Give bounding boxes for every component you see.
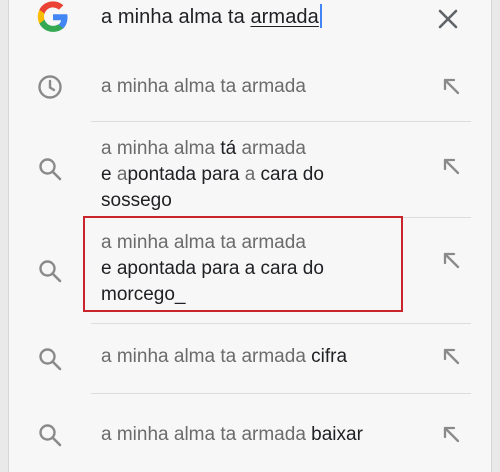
suggestion-row[interactable]: a minha alma tá armada e apontada para a… <box>9 122 493 218</box>
suggestion-text: a minha alma ta armada baixar <box>101 424 363 445</box>
close-icon[interactable] <box>433 4 463 34</box>
search-bar: a minha alma ta armada <box>9 0 493 38</box>
suggestion-row[interactable]: a minha alma ta armada baixar <box>9 394 493 472</box>
suggestion-row[interactable]: a minha alma ta armada <box>9 54 493 122</box>
fill-arrow-icon[interactable] <box>441 424 463 446</box>
suggestion-text: a minha alma ta armada cifra <box>101 346 348 367</box>
search-icon <box>39 260 62 283</box>
search-icon <box>39 424 62 447</box>
fill-arrow-icon[interactable] <box>441 346 463 368</box>
suggestion-text: a minha alma ta armada <box>101 76 306 97</box>
highlight-annotation-box <box>83 216 403 312</box>
search-input[interactable]: a minha alma ta armada <box>101 4 322 29</box>
query-typed: armada <box>250 6 319 28</box>
google-logo-icon <box>37 1 68 32</box>
text-caret <box>319 4 322 28</box>
suggestion-text: a minha alma tá armada e apontada para a… <box>101 138 324 211</box>
search-icon <box>39 348 62 371</box>
autocomplete-panel: a minha alma ta armada a minha alma ta a… <box>8 0 492 472</box>
query-prefix: a minha alma ta <box>101 6 251 28</box>
history-icon <box>38 75 62 99</box>
search-icon <box>39 158 62 181</box>
fill-arrow-icon[interactable] <box>441 250 463 272</box>
fill-arrow-icon[interactable] <box>441 76 463 98</box>
suggestion-row[interactable]: a minha alma ta armada cifra <box>9 324 493 394</box>
fill-arrow-icon[interactable] <box>441 156 463 178</box>
